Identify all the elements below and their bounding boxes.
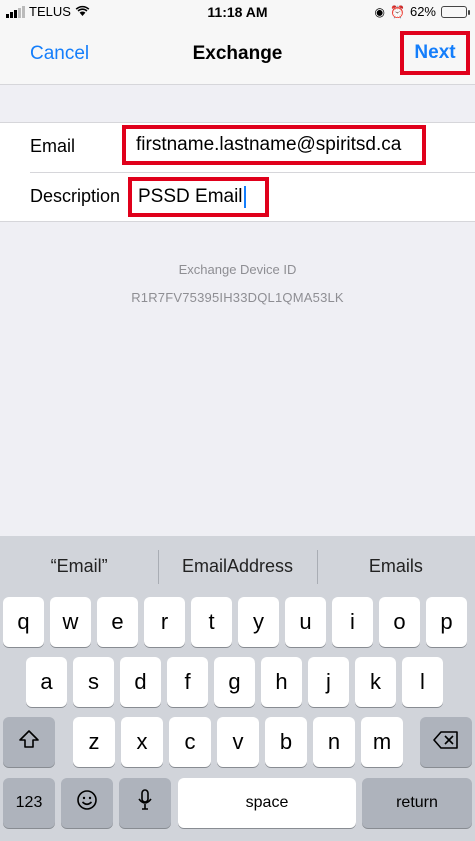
- key-a[interactable]: a: [26, 657, 67, 707]
- alarm-icon: ⏰: [390, 4, 405, 19]
- nav-bar: Cancel Exchange Next: [0, 26, 475, 85]
- key-i[interactable]: i: [332, 597, 373, 647]
- key-d[interactable]: d: [120, 657, 161, 707]
- text-caret: [243, 186, 246, 208]
- return-key[interactable]: return: [362, 778, 472, 828]
- key-h[interactable]: h: [261, 657, 302, 707]
- suggestion-item[interactable]: EmailAddress: [158, 549, 316, 584]
- space-key-label: space: [245, 794, 289, 811]
- suggestion-bar: “Email” EmailAddress Emails: [0, 536, 475, 596]
- key-u[interactable]: u: [285, 597, 326, 647]
- status-bar: TELUS 11:18 AM ◉ ⏰ 62%: [0, 0, 475, 26]
- description-field[interactable]: PSSD Email: [128, 177, 269, 217]
- email-value: firstname.lastname@spiritsd.ca: [136, 134, 402, 155]
- suggestion-item[interactable]: “Email”: [0, 556, 158, 577]
- description-row: Description PSSD Email: [0, 173, 475, 223]
- battery-icon: [441, 5, 470, 18]
- key-b[interactable]: b: [265, 717, 307, 767]
- account-form: Email firstname.lastname@spiritsd.ca Des…: [0, 122, 475, 222]
- email-field[interactable]: firstname.lastname@spiritsd.ca: [122, 125, 426, 165]
- key-q[interactable]: q: [3, 597, 44, 647]
- device-id-value: R1R7FV75395IH33DQL1QMA53LK: [131, 290, 344, 305]
- key-j[interactable]: j: [308, 657, 349, 707]
- email-label: Email: [30, 136, 76, 156]
- key-o[interactable]: o: [379, 597, 420, 647]
- next-button-label: Next: [414, 42, 456, 63]
- key-x[interactable]: x: [121, 717, 163, 767]
- suggestion-item[interactable]: Emails: [316, 549, 475, 584]
- microphone-key[interactable]: [119, 778, 171, 828]
- description-label: Description: [30, 186, 121, 206]
- device-id-label: Exchange Device ID: [178, 262, 297, 277]
- key-z[interactable]: z: [73, 717, 115, 767]
- key-y[interactable]: y: [238, 597, 279, 647]
- location-icon: ◉: [374, 4, 386, 19]
- status-right: ◉ ⏰ 62%: [374, 4, 470, 19]
- key-w[interactable]: w: [50, 597, 91, 647]
- key-c[interactable]: c: [169, 717, 211, 767]
- key-f[interactable]: f: [167, 657, 208, 707]
- description-value: PSSD Email: [138, 186, 243, 207]
- numbers-key[interactable]: 123: [3, 778, 55, 828]
- return-key-label: return: [396, 794, 438, 811]
- key-k[interactable]: k: [355, 657, 396, 707]
- space-key[interactable]: space: [178, 778, 356, 828]
- key-g[interactable]: g: [214, 657, 255, 707]
- key-t[interactable]: t: [191, 597, 232, 647]
- key-m[interactable]: m: [361, 717, 403, 767]
- keyboard: “Email” EmailAddress Emails qwertyuiopas…: [0, 536, 475, 841]
- key-r[interactable]: r: [144, 597, 185, 647]
- key-l[interactable]: l: [402, 657, 443, 707]
- key-n[interactable]: n: [313, 717, 355, 767]
- battery-percent: 62%: [409, 4, 436, 19]
- numbers-key-label: 123: [15, 794, 43, 811]
- backspace-key[interactable]: [420, 717, 472, 767]
- key-e[interactable]: e: [97, 597, 138, 647]
- microphone-icon: [138, 789, 152, 817]
- email-row: Email firstname.lastname@spiritsd.ca: [30, 123, 475, 173]
- next-button[interactable]: Next: [400, 31, 470, 75]
- emoji-key[interactable]: [61, 778, 113, 828]
- key-s[interactable]: s: [73, 657, 114, 707]
- shift-icon: [18, 728, 40, 756]
- key-p[interactable]: p: [426, 597, 467, 647]
- backspace-icon: [433, 729, 459, 755]
- key-v[interactable]: v: [217, 717, 259, 767]
- emoji-icon: [76, 789, 98, 817]
- shift-key[interactable]: [3, 717, 55, 767]
